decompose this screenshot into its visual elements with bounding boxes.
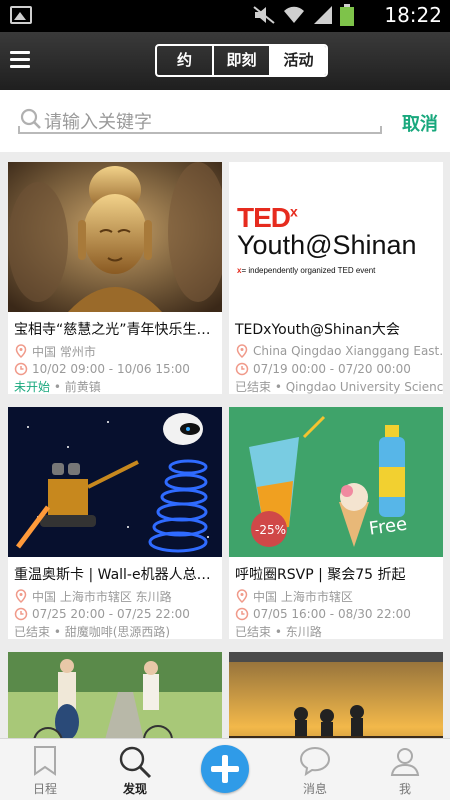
signal-icon (314, 6, 332, 24)
card-time: 07/05 16:00 - 08/30 22:00 (253, 607, 411, 621)
search-input[interactable]: 请输入关键字 (18, 104, 382, 134)
card-venue: 东川路 (285, 625, 322, 639)
card-time: 10/02 09:00 - 10/06 15:00 (32, 362, 190, 376)
battery-icon (340, 4, 354, 26)
segment-yue[interactable]: 约 (157, 46, 212, 75)
cancel-button[interactable]: 取消 (402, 110, 438, 136)
card-image-drinks: -25% Free (229, 407, 443, 557)
activity-card[interactable]: 重温奥斯卡 | Wall-e机器人总… 中国 上海市市辖区 东川路 07/25 … (8, 407, 222, 639)
card-location: 中国 上海市市辖区 东川路 (32, 589, 172, 604)
clock-icon (235, 362, 249, 376)
wifi-icon (284, 6, 304, 24)
tab-label: 日程 (32, 782, 57, 796)
card-location: 中国 常州市 (32, 344, 96, 359)
discount-label: -25% (255, 523, 286, 537)
card-location: China Qingdao Xianggang East… (253, 344, 443, 358)
search-icon (20, 108, 41, 129)
activity-card[interactable] (229, 652, 443, 738)
card-time-row: 07/05 16:00 - 08/30 22:00 (229, 605, 443, 623)
card-status-row: 未开始 • 前黄镇 (14, 380, 101, 394)
segment-control: 约 即刻 活动 (155, 44, 328, 77)
add-button[interactable] (201, 745, 249, 793)
search-placeholder: 请输入关键字 (44, 112, 152, 133)
card-image-cycling (8, 652, 222, 738)
card-title: 呼啦圈RSVP | 聚会75 折起 (235, 567, 406, 583)
card-time-row: 10/02 09:00 - 10/06 15:00 (8, 360, 222, 378)
location-pin-icon (236, 344, 248, 358)
tab-label: 我 (398, 782, 411, 796)
card-status: 未开始 (14, 380, 51, 394)
clock-icon (14, 362, 28, 376)
card-time-row: 07/19 00:00 - 07/20 00:00 (229, 360, 443, 378)
card-status-row: 已结束 • 甜魔咖啡(思源西路) (14, 625, 171, 639)
location-pin-icon (15, 589, 27, 603)
activity-card[interactable] (8, 652, 222, 738)
user-icon (390, 748, 420, 776)
card-title: 宝相寺“慈慧之光”青年快乐生… (14, 322, 211, 338)
chat-bubble-icon (299, 746, 331, 777)
tedx-x: x (290, 203, 298, 220)
tab-messages[interactable]: 消息 (270, 739, 360, 800)
app-header: 约 即刻 活动 (0, 32, 450, 90)
input-edge (18, 126, 20, 134)
menu-button[interactable] (10, 51, 30, 69)
card-image-buddha (8, 162, 222, 312)
bottom-tab-bar: 日程 发现 消息 我 (0, 738, 450, 800)
card-venue: Qingdao University Science (285, 380, 443, 394)
card-location-row: 中国 常州市 (8, 342, 222, 360)
tab-label: 发现 (122, 782, 147, 796)
card-location-row: 中国 上海市市辖区 (229, 587, 443, 605)
card-time-row: 07/25 20:00 - 07/25 22:00 (8, 605, 222, 623)
card-status: 已结束 (14, 625, 51, 639)
card-status-row: 已结束 • Qingdao University Science (229, 378, 443, 396)
card-image-tedx: TEDx Youth@Shinan x= independently organ… (229, 162, 443, 312)
location-pin-icon (236, 589, 248, 603)
card-location-row: China Qingdao Xianggang East… (229, 342, 443, 360)
menu-icon-line (10, 58, 30, 61)
card-time: 07/25 20:00 - 07/25 22:00 (32, 607, 190, 621)
card-status: 已结束 (235, 625, 272, 639)
activity-card[interactable]: 宝相寺“慈慧之光”青年快乐生… 中国 常州市 10/02 09:00 - 10/… (8, 162, 222, 394)
card-time: 07/19 00:00 - 07/20 00:00 (253, 362, 411, 376)
card-venue: 甜魔咖啡(思源西路) (64, 625, 171, 639)
card-title: TEDxYouth@Shinan大会 (235, 322, 400, 338)
menu-icon-line (10, 51, 30, 54)
tedx-event-name: Youth@Shinan (237, 230, 417, 260)
mute-icon (253, 6, 275, 24)
bookmark-icon (34, 746, 56, 776)
activity-grid: 宝相寺“慈慧之光”青年快乐生… 中国 常州市 10/02 09:00 - 10/… (0, 152, 450, 738)
menu-icon-line (10, 65, 30, 68)
tab-discover[interactable]: 发现 (90, 739, 180, 800)
activity-card[interactable]: -25% Free 呼啦圈RSVP | 聚会75 折起 中国 上海市市辖区 07… (229, 407, 443, 639)
gallery-notification-icon (10, 6, 32, 24)
card-status: 已结束 (235, 380, 272, 394)
tab-label: 消息 (302, 782, 327, 796)
status-icons (252, 4, 354, 26)
card-status-row: 已结束 • 东川路 (235, 625, 322, 639)
activity-card[interactable]: TEDx Youth@Shinan x= independently organ… (229, 162, 443, 394)
card-venue: 前黄镇 (64, 380, 101, 394)
search-bar: 请输入关键字 取消 (0, 90, 450, 152)
card-location: 中国 上海市市辖区 (253, 589, 353, 604)
segment-jike[interactable]: 即刻 (212, 46, 269, 75)
card-image-wall-e (8, 407, 222, 557)
tab-me[interactable]: 我 (360, 739, 450, 800)
clock-icon (14, 607, 28, 621)
clock-icon (235, 607, 249, 621)
location-pin-icon (15, 344, 27, 358)
search-icon (119, 746, 152, 779)
input-edge (380, 126, 382, 134)
tab-schedule[interactable]: 日程 (0, 739, 90, 800)
card-title: 重温奥斯卡 | Wall-e机器人总… (14, 567, 211, 583)
status-bar: 18:22 (0, 0, 450, 32)
card-image-hikers (229, 652, 443, 738)
tedx-brand: TED (237, 202, 291, 233)
segment-activity[interactable]: 活动 (269, 46, 326, 75)
clock: 18:22 (384, 3, 442, 27)
tedx-tagline: = independently organized TED event (241, 266, 376, 275)
card-location-row: 中国 上海市市辖区 东川路 (8, 587, 222, 605)
